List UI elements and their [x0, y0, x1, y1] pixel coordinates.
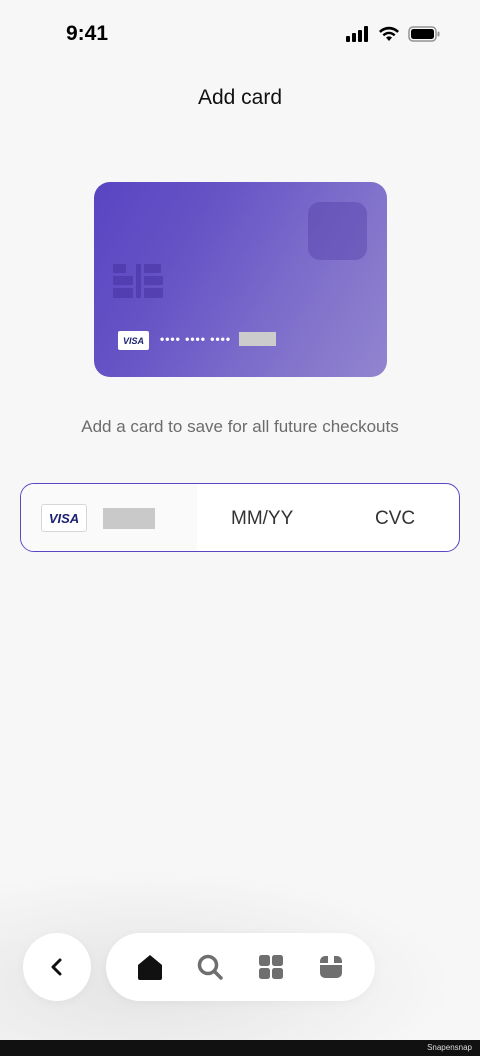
- expiry-input[interactable]: MM/YY: [231, 508, 293, 530]
- status-time: 9:41: [66, 22, 109, 45]
- signal-icon: [346, 26, 370, 47]
- card-logo-placeholder: [308, 202, 367, 260]
- box-icon: [319, 956, 342, 978]
- card-brand-badge: VISA: [118, 331, 149, 350]
- search-icon: [198, 954, 224, 980]
- tab-box[interactable]: [311, 947, 351, 987]
- card-preview: VISA •••• •••• ••••: [94, 182, 387, 377]
- footer-bar: Snapensnap: [0, 1040, 480, 1056]
- card-number-section[interactable]: VISA: [21, 484, 197, 551]
- grid-icon: [258, 955, 283, 979]
- status-icons: [346, 26, 440, 47]
- wifi-icon: [378, 26, 400, 47]
- watermark: Snapensnap: [427, 1043, 472, 1052]
- back-button[interactable]: [23, 933, 91, 1001]
- card-number-redacted: [239, 332, 277, 346]
- tab-home[interactable]: [130, 947, 170, 987]
- chevron-left-icon: [51, 958, 62, 976]
- card-brand-icon: VISA: [41, 504, 87, 532]
- card-number-dots: •••• •••• ••••: [160, 332, 232, 346]
- status-bar: 9:41: [0, 0, 480, 70]
- battery-icon: [408, 26, 440, 47]
- card-number-input[interactable]: [103, 508, 155, 529]
- chip-icon: [113, 264, 163, 298]
- home-icon: [138, 955, 163, 980]
- tab-search[interactable]: [190, 947, 230, 987]
- card-number: •••• •••• ••••: [160, 332, 277, 346]
- tab-grid[interactable]: [251, 947, 291, 987]
- cvc-input[interactable]: CVC: [375, 508, 415, 530]
- page-title: Add card: [197, 86, 283, 109]
- card-input-field[interactable]: VISA MM/YY CVC: [20, 483, 460, 552]
- tab-bar: [106, 933, 375, 1001]
- subtitle: Add a card to save for all future checko…: [81, 417, 399, 436]
